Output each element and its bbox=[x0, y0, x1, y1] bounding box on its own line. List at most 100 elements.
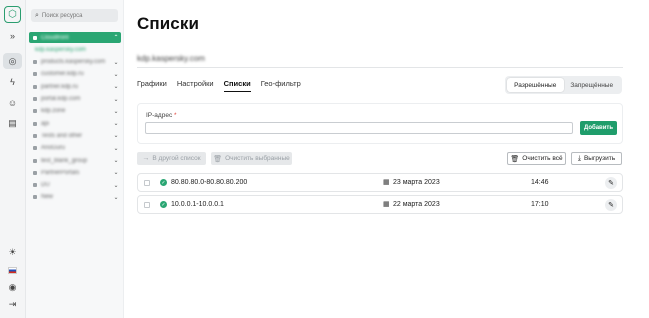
ip-add-card: IP-адрес * Добавить bbox=[137, 103, 623, 144]
ip-range: 10.0.0.1-10.0.0.1 bbox=[171, 201, 224, 208]
clear-selected-button[interactable]: 🗑 Очистить выбранные bbox=[211, 152, 292, 165]
sidebar-domain-item[interactable]: PartnerPortals ⌄ bbox=[29, 167, 121, 178]
add-ip-button[interactable]: Добавить bbox=[580, 121, 617, 135]
sidebar-domain-item[interactable]: partner.kdp.ru ⌄ bbox=[29, 81, 121, 92]
page-title: Списки bbox=[137, 14, 200, 33]
sidebar-domain-label: test_blank_group bbox=[41, 157, 88, 164]
export-label: Выгрузить bbox=[583, 155, 616, 162]
calendar-icon: ▦ bbox=[383, 179, 390, 186]
active-check-icon: ✓ bbox=[160, 179, 167, 186]
sidebar-domain-item[interactable]: Cloudfront ⌃ bbox=[29, 32, 121, 43]
clear-all-button[interactable]: 🗑 Очистить всё bbox=[507, 152, 566, 165]
tab-bar: Графики Настройки Списки Гео-фильтр bbox=[137, 79, 311, 92]
resource-search-input[interactable]: ⌕ Поиск ресурса bbox=[31, 9, 118, 22]
tab-settings[interactable]: Настройки bbox=[177, 79, 214, 92]
chevron-up-icon[interactable]: ⌃ bbox=[111, 34, 121, 41]
clear-selected-label: Очистить выбранные bbox=[225, 155, 290, 162]
sidebar-domain-item[interactable]: api ⌄ bbox=[29, 118, 121, 129]
header-divider bbox=[137, 67, 623, 68]
sidebar-domain-item[interactable]: kdp.kaspersky.com bbox=[29, 44, 121, 55]
sidebar-domain-item[interactable]: DU ⌄ bbox=[29, 180, 121, 191]
download-icon: ⤓ bbox=[577, 154, 581, 162]
sidebar-domain-label: DU bbox=[41, 182, 50, 189]
chevron-down-icon[interactable]: ⌄ bbox=[111, 145, 121, 152]
list-type-switch: Разрешённые Запрещённые bbox=[505, 76, 622, 94]
tab-charts[interactable]: Графики bbox=[137, 79, 167, 92]
required-mark: * bbox=[174, 112, 177, 119]
chevron-down-icon[interactable]: ⌄ bbox=[111, 71, 121, 78]
sidebar-domain-label: Tests and other bbox=[41, 132, 83, 139]
sidebar-domain-item[interactable]: kdp.zone ⌄ bbox=[29, 106, 121, 117]
resource-sidebar: ⌕ Поиск ресурса Cloudfront ⌃ kdp.kaspersky… bbox=[26, 0, 124, 318]
sidebar-domain-label: New bbox=[41, 194, 54, 201]
globe-icon[interactable]: ◎ bbox=[6, 55, 19, 68]
trash-icon: 🗑 bbox=[510, 155, 520, 163]
move-to-other-list-label: В другой список bbox=[152, 155, 201, 162]
language-flag-icon[interactable] bbox=[6, 264, 19, 277]
sidebar-domain-label: PartnerPortals bbox=[41, 169, 80, 176]
move-to-other-list-button[interactable]: → В другой список bbox=[137, 152, 206, 165]
main-content: Списки kdp.kaspersky.com Графики Настрой… bbox=[124, 0, 649, 318]
sidebar-domain-item[interactable]: Tests and other ⌄ bbox=[29, 130, 121, 141]
pencil-icon[interactable]: ✎ bbox=[605, 199, 617, 211]
chevron-down-icon[interactable]: ⌄ bbox=[111, 108, 121, 115]
chevron-down-icon[interactable]: ⌄ bbox=[111, 83, 121, 90]
chevron-down-icon[interactable]: ⌄ bbox=[111, 182, 121, 189]
arrow-right-icon: → bbox=[142, 155, 150, 162]
export-button[interactable]: ⤓ Выгрузить bbox=[571, 152, 622, 165]
bolt-icon[interactable]: ϟ bbox=[6, 76, 19, 89]
sidebar-domain-label: products.kaspersky.com bbox=[41, 59, 106, 66]
sidebar-domain-item[interactable]: test_blank_group ⌄ bbox=[29, 155, 121, 166]
row-checkbox[interactable] bbox=[144, 180, 150, 186]
sidebar-domain-label: portal.kdp.com bbox=[41, 96, 81, 102]
chevron-down-icon[interactable]: ⌄ bbox=[111, 157, 121, 164]
search-placeholder: Поиск ресурса bbox=[41, 12, 83, 19]
entry-date: 23 марта 2023 bbox=[393, 179, 440, 186]
app-logo-icon[interactable]: ⬡ bbox=[4, 6, 21, 23]
sidebar-domain-label: api bbox=[41, 120, 50, 127]
sidebar-domain-label: kdp.kaspersky.com bbox=[35, 46, 86, 53]
sidebar-domain-label: AnoGuru bbox=[41, 145, 66, 152]
list-entry-row: ✓ 80.80.80.0-80.80.80.200 ▦ 23 марта 202… bbox=[137, 173, 623, 192]
entry-time: 14:46 bbox=[531, 179, 549, 186]
theme-sun-icon[interactable]: ☀ bbox=[6, 246, 19, 259]
sidebar-domain-item[interactable]: AnoGuru ⌄ bbox=[29, 143, 121, 154]
current-domain-label: kdp.kaspersky.com bbox=[137, 54, 205, 63]
collapse-chevrons-icon[interactable]: » bbox=[6, 30, 19, 43]
sidebar-domain-item[interactable]: portal.kdp.com ⌄ bbox=[29, 94, 121, 105]
document-search-icon[interactable]: ▤ bbox=[6, 117, 19, 130]
sidebar-domain-label: customer.kdp.ru bbox=[41, 71, 84, 78]
users-icon[interactable]: ☺ bbox=[6, 97, 19, 110]
allowed-list-option[interactable]: Разрешённые bbox=[507, 78, 564, 92]
denied-list-option[interactable]: Запрещённые bbox=[564, 78, 621, 92]
chevron-down-icon[interactable]: ⌄ bbox=[111, 59, 121, 66]
search-icon: ⌕ bbox=[35, 11, 39, 19]
entry-date: 22 марта 2023 bbox=[393, 201, 440, 208]
ip-range: 80.80.80.0-80.80.80.200 bbox=[171, 179, 248, 186]
profile-icon[interactable]: ◉ bbox=[6, 281, 19, 294]
ip-address-input[interactable] bbox=[145, 122, 573, 134]
ip-label-text: IP-адрес bbox=[146, 112, 173, 119]
list-entry-row: ✓ 10.0.0.1-10.0.0.1 ▦ 22 марта 2023 17:1… bbox=[137, 195, 623, 214]
pencil-icon[interactable]: ✎ bbox=[605, 177, 617, 189]
trash-icon: 🗑 bbox=[213, 155, 223, 163]
sidebar-domain-item[interactable]: customer.kdp.ru ⌄ bbox=[29, 69, 121, 80]
chevron-down-icon[interactable]: ⌄ bbox=[111, 96, 121, 103]
chevron-down-icon[interactable]: ⌄ bbox=[111, 169, 121, 176]
sidebar-domain-label: kdp.zone bbox=[41, 108, 66, 115]
tab-lists[interactable]: Списки bbox=[223, 79, 251, 92]
chevron-down-icon[interactable]: ⌄ bbox=[111, 120, 121, 127]
icon-rail: ⬡ » ◎ ϟ ☺ ▤ ☀ ◉ ⇥ bbox=[0, 0, 26, 318]
active-check-icon: ✓ bbox=[160, 201, 167, 208]
chevron-down-icon[interactable]: ⌄ bbox=[111, 132, 121, 139]
sidebar-domain-item[interactable]: products.kaspersky.com ⌄ bbox=[29, 57, 121, 68]
calendar-icon: ▦ bbox=[383, 201, 390, 208]
sidebar-domain-label: partner.kdp.ru bbox=[41, 83, 79, 90]
tab-geo-filter[interactable]: Гео-фильтр bbox=[261, 79, 301, 92]
sidebar-domain-item[interactable]: New ⌄ bbox=[29, 192, 121, 203]
ip-field-label: IP-адрес * bbox=[146, 112, 177, 119]
chevron-down-icon[interactable]: ⌄ bbox=[111, 194, 121, 201]
entry-time: 17:10 bbox=[531, 201, 549, 208]
row-checkbox[interactable] bbox=[144, 202, 150, 208]
logout-icon[interactable]: ⇥ bbox=[6, 298, 19, 311]
